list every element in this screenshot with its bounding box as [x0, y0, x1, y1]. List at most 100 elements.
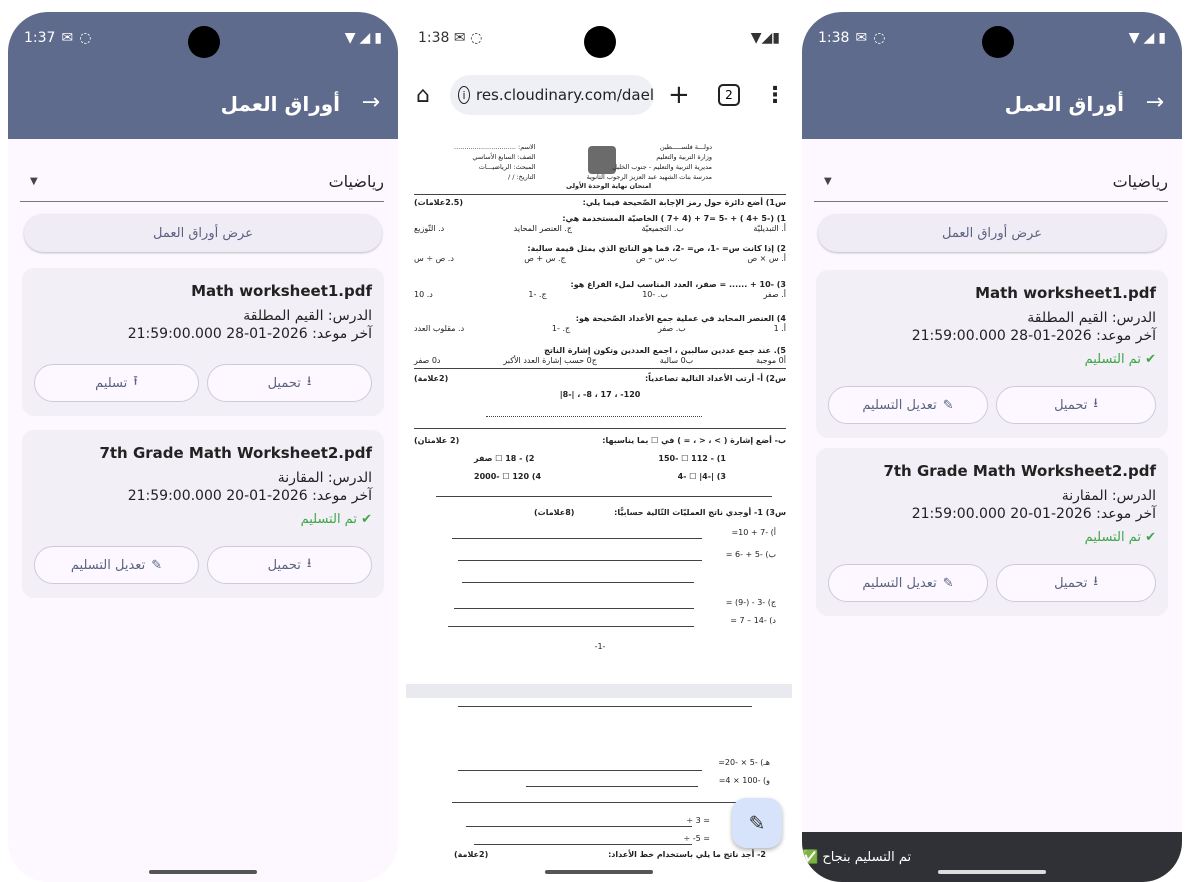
app-bar: 1:37 ✉ ◌ ▼ ◢ ▮ أوراق العمل → [8, 12, 398, 139]
more-menu-icon[interactable]: ⋮ [764, 83, 786, 108]
answer-line [458, 560, 702, 561]
gesture-bar[interactable] [938, 870, 1046, 874]
back-arrow-icon[interactable]: → [1146, 90, 1164, 115]
status-submitted: ✔ تم التسليم [828, 352, 1156, 367]
expression: أ) -7 + 10= [731, 528, 776, 537]
status-text: تم التسليم [1084, 352, 1141, 367]
pencil-icon: ✎ [942, 575, 954, 591]
download-button[interactable]: ⭳ تحميل [207, 546, 372, 584]
chevron-down-icon: ▼ [30, 176, 38, 187]
worksheet-card: 7th Grade Math Worksheet2.pdf الدرس: الم… [22, 430, 384, 598]
header-line: دولـــة فلســـــطين [659, 143, 712, 151]
subject-dropdown[interactable]: ▼ رياضيات [814, 162, 1168, 202]
info-icon[interactable]: i [458, 86, 470, 104]
subject-dropdown[interactable]: ▼ رياضيات [20, 162, 384, 202]
question: ب- أضع إشارة ( > ، < ، = ) في ☐ بما يناس… [602, 436, 786, 445]
expression: = 3 ÷ [686, 816, 710, 825]
option: أ. التبديليّة [753, 224, 786, 233]
marks: (2 علامتان) [414, 436, 460, 445]
option: ب. -10 [642, 290, 668, 299]
edit-submission-button[interactable]: ✎ تعديل التسليم [34, 546, 199, 584]
deadline-label: آخر موعد: 2026-01-20 21:59:00.000 [127, 488, 372, 504]
header-line: التاريخ: / / [507, 173, 536, 181]
download-label: تحميل [1054, 575, 1088, 591]
header-line: مديرية التربية والتعليم - جنوب الخليل [612, 163, 712, 171]
answer-line [486, 416, 702, 417]
option: ب. صفر [657, 324, 686, 333]
worksheet-card: Math worksheet1.pdf الدرس: القيم المطلقة… [22, 268, 384, 416]
signal-icon: ◢ [1143, 30, 1155, 46]
download-button[interactable]: ⭳ تحميل [207, 364, 372, 402]
submit-button[interactable]: ⭱ تسليم [34, 364, 199, 402]
view-worksheets-button[interactable]: عرض أوراق العمل [24, 214, 382, 252]
option: ب. س – ص [636, 254, 678, 263]
header-line: المبحث: الرياضيـــات [478, 163, 536, 171]
new-tab-icon[interactable]: + [668, 80, 690, 110]
page-title: أوراق العمل [1004, 92, 1124, 116]
question: س2) أ- أرتب الأعداد التالية تصاعدياً: [644, 374, 786, 383]
exam-title: امتحان نهاية الوحدة الأولى [566, 182, 652, 190]
marks: (2علامة) [454, 850, 489, 859]
compare-item: 4) 120 ☐ -2000 [474, 472, 542, 481]
status-submitted: ✔ تم التسليم [34, 512, 372, 527]
edit-submission-button[interactable]: ✎ تعديل التسليم [828, 564, 988, 602]
expression: هـ) -5 × -20= [718, 758, 770, 767]
deadline-label: آخر موعد: 2026-01-20 21:59:00.000 [911, 506, 1156, 522]
snackbar: تم التسليم بنجاح ✅ [802, 832, 1182, 882]
status-time: 1:38 [418, 30, 450, 46]
gmail-icon: ✉ [61, 30, 74, 46]
download-icon: ⭳ [1093, 396, 1098, 411]
expression: د) -14 – 7 = [730, 616, 776, 625]
check-icon: ✔ [361, 512, 372, 527]
edit-fab-button[interactable]: ✎ [732, 798, 782, 848]
camera-cutout [584, 26, 616, 58]
phone-screen-2: 1:38 ✉ ◌ ▼◢▮ ⌂ i res.cloudinary.com/dael … [402, 12, 796, 882]
edit-label: تعديل التسليم [862, 575, 937, 591]
values: 120- ، 17 ، 8- ، |-8| [559, 390, 641, 399]
header-line: وزارة التربية والتعليم [656, 153, 712, 161]
gmail-icon: ✉ [453, 30, 466, 46]
pdf-document[interactable]: دولـــة فلســـــطين وزارة التربية والتعل… [406, 130, 792, 860]
gesture-bar[interactable] [545, 870, 653, 874]
download-button[interactable]: ⭳ تحميل [996, 386, 1156, 424]
battery-icon: ▮ [374, 30, 382, 46]
answer-line [458, 706, 752, 707]
deadline-label: آخر موعد: 2026-01-28 21:59:00.000 [911, 328, 1156, 344]
edit-submission-button[interactable]: ✎ تعديل التسليم [828, 386, 988, 424]
worksheet-card: Math worksheet1.pdf الدرس: القيم المطلقة… [816, 270, 1168, 438]
option: ج. العنصر المحايد [513, 224, 573, 233]
pencil-icon: ✎ [748, 811, 766, 835]
lesson-label: الدرس: المقارنة [1061, 488, 1156, 504]
wifi-icon: ▼ [1128, 30, 1140, 46]
tab-switcher-button[interactable]: 2 [718, 84, 740, 106]
worksheet-card: 7th Grade Math Worksheet2.pdf الدرس: الم… [816, 448, 1168, 616]
worksheet-title: Math worksheet1.pdf [975, 284, 1156, 302]
back-arrow-icon[interactable]: → [362, 90, 380, 115]
url-bar[interactable]: i res.cloudinary.com/dael [450, 75, 654, 115]
status-text: تم التسليم [1084, 530, 1141, 545]
download-button[interactable]: ⭳ تحميل [996, 564, 1156, 602]
option: أ. 1 [773, 324, 786, 333]
gesture-bar[interactable] [149, 870, 257, 874]
edit-label: تعديل التسليم [862, 397, 937, 413]
option: أ. س × ص [747, 254, 786, 263]
header-line: الصف: السابع الأساسي [472, 153, 536, 161]
download-icon: ⭳ [306, 374, 312, 389]
option: د. 10 [414, 290, 433, 299]
marks: (2علامة) [414, 374, 449, 383]
page-title: أوراق العمل [220, 92, 340, 116]
download-icon: ⭳ [306, 556, 312, 571]
camera-cutout [188, 26, 220, 58]
question: 1) (-5 +4 ) + -5 =7 + (4 +7 ) الخاصيّة ا… [562, 214, 786, 223]
status-time: 1:38 [818, 30, 850, 46]
view-worksheets-button[interactable]: عرض أوراق العمل [818, 214, 1166, 252]
url-text: res.cloudinary.com/dael [475, 86, 654, 104]
question: 5). عند جمع عددين سالبين ، اجمع العددين … [544, 346, 786, 355]
question: س3) 1- أوجدي ناتج العمليّات التّالية حسا… [614, 508, 786, 517]
expression: ب) -5 + -6 = [725, 550, 776, 559]
option: د. ص ÷ س [414, 254, 454, 263]
divider [414, 428, 786, 429]
home-icon[interactable]: ⌂ [416, 83, 430, 108]
worksheet-title: 7th Grade Math Worksheet2.pdf [883, 462, 1156, 480]
shield-icon: ◌ [873, 30, 886, 46]
